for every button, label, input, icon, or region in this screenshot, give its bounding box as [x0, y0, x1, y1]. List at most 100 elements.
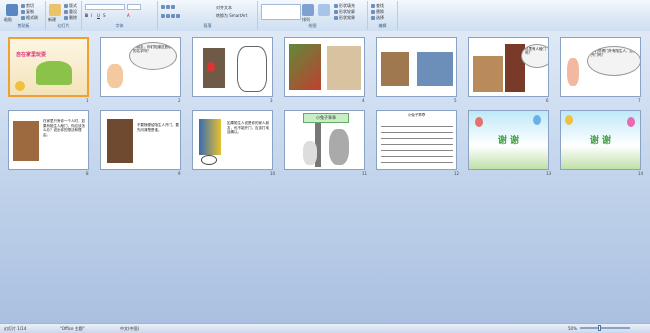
balloon-icon [565, 115, 573, 125]
group-paragraph: 对齐文本 转换为 SmartArt 段落 [158, 1, 258, 30]
plant-pot-image [36, 61, 72, 85]
slide-number: 2 [178, 98, 181, 103]
new-slide-icon[interactable] [49, 4, 61, 16]
shapes-gallery[interactable] [261, 4, 301, 20]
bullets-button[interactable] [161, 4, 176, 9]
zoom-level[interactable]: 50% [568, 326, 577, 331]
slide-text: 如果陌生人说是你的家人朋友，也不能开门，应该打电话确认。 [227, 121, 269, 134]
smartart-button[interactable]: 转换为 SmartArt [216, 13, 247, 19]
sketch-figure-image [237, 46, 267, 92]
slide-thumb-3[interactable] [192, 37, 273, 97]
slide-sorter: 自在家里玩耍 1 小朋友，你们知道这首歌的名字吗？ 2 3 4 5 这里有人敲门… [0, 31, 650, 323]
slide-number: 10 [270, 171, 276, 176]
slide-thumb-2[interactable]: 小朋友，你们知道这首歌的名字吗？ [100, 37, 181, 97]
wolf-image [329, 129, 349, 165]
zoom-slider[interactable] [580, 325, 630, 331]
group-label-drawing: 绘图 [308, 23, 317, 28]
speech-bubble: 你们觉得门外有陌生人，应该开门吗？ [587, 46, 640, 76]
effect-icon [334, 16, 338, 20]
slide-thumb-5[interactable] [376, 37, 457, 97]
slide-title: 谢 谢 [589, 136, 612, 146]
reset-icon [64, 10, 68, 14]
sheet-music-image [381, 121, 453, 165]
fill-icon [334, 4, 338, 8]
scene-image-right [327, 46, 361, 90]
slide-number: 4 [362, 98, 365, 103]
group-label-font: 字体 [115, 23, 124, 28]
slide-thumb-4[interactable] [284, 37, 365, 97]
delete-button[interactable]: 删除 [64, 15, 77, 21]
girl-image [567, 58, 579, 86]
paste-icon[interactable] [6, 4, 18, 16]
slide-count: 幻灯片 1/14 [4, 326, 27, 331]
align-left-icon [161, 14, 165, 18]
slide-text: 在家里只有你一个人时，如果有陌生人敲门，你应该怎么办？说出你的想法和理由。 [43, 119, 85, 137]
door-child-image [13, 121, 39, 161]
arrange-icon[interactable] [302, 4, 314, 16]
slide-thumb-6[interactable]: 这里有人敲门吗？ [468, 37, 549, 97]
italic-button[interactable]: I [91, 13, 92, 18]
group-clipboard: 粘贴 剪切 复制 格式刷 剪贴板 [2, 1, 46, 30]
numbering-icon [166, 5, 170, 9]
slide-thumb-13[interactable]: 谢 谢 [468, 110, 549, 170]
slide-thumb-8[interactable]: 在家里只有你一个人时，如果有陌生人敲门，你应该怎么办？说出你的想法和理由。 [8, 110, 89, 170]
slide-thumb-12[interactable]: 小兔子乖乖 [376, 110, 457, 170]
slide-thumb-11[interactable]: 小兔子乖乖 [284, 110, 365, 170]
slide-title: 自在家里玩耍 [16, 52, 47, 58]
zoom-slider-knob[interactable] [598, 325, 601, 331]
find-icon [371, 4, 375, 8]
quick-styles-icon[interactable] [318, 4, 330, 16]
slide-number: 13 [546, 171, 552, 176]
bicycle-image [201, 155, 217, 165]
speech-bubble: 这里有人敲门吗？ [521, 44, 548, 68]
align-buttons[interactable] [161, 13, 181, 18]
font-name-select[interactable] [85, 4, 125, 10]
slide-number: 3 [270, 98, 273, 103]
slide-number: 12 [454, 171, 460, 176]
slide-number: 14 [638, 171, 644, 176]
group-label-paragraph: 段落 [203, 23, 212, 28]
child-image [207, 62, 215, 72]
balloon-icon [533, 115, 541, 125]
layout-icon [64, 4, 68, 8]
format-painter-button[interactable]: 格式刷 [21, 15, 38, 21]
strike-button[interactable]: S [103, 13, 106, 18]
child-image [199, 119, 221, 155]
select-icon [371, 16, 375, 20]
slide-number: 6 [546, 98, 549, 103]
replace-icon [371, 10, 375, 14]
font-color-button[interactable]: A [127, 13, 130, 18]
indent-icon [171, 5, 175, 9]
slide-thumb-7[interactable]: 你们觉得门外有陌生人，应该开门吗？ [560, 37, 641, 97]
font-size-select[interactable] [127, 4, 141, 10]
shape-effect-button[interactable]: 形状效果 [334, 15, 355, 21]
slide-thumb-14[interactable]: 谢 谢 [560, 110, 641, 170]
sun-icon [15, 81, 25, 91]
group-editing: 查找 替换 选择 编辑 [368, 1, 398, 30]
align-right-icon [171, 14, 175, 18]
underline-button[interactable]: U [97, 13, 100, 18]
brush-icon [21, 16, 25, 20]
slide-title: 小兔子乖乖 [407, 113, 426, 117]
people-image [417, 52, 453, 86]
slide-text: 不要随便给陌生人开门，要先问清楚是谁。 [137, 123, 179, 132]
slide-number: 8 [86, 171, 89, 176]
bold-button[interactable]: B [85, 13, 88, 18]
slide-number: 1 [86, 98, 89, 103]
slide-thumb-9[interactable]: 不要随便给陌生人开门，要先问清楚是谁。 [100, 110, 181, 170]
door-image [107, 119, 133, 163]
bullets-icon [161, 5, 165, 9]
balloon-icon [627, 117, 635, 127]
slide-number: 5 [454, 98, 457, 103]
outline-icon [334, 10, 338, 14]
group-drawing: 排列 形状填充 形状轮廓 形状效果 绘图 [258, 1, 368, 30]
slide-thumb-1[interactable]: 自在家里玩耍 [8, 37, 89, 97]
scene-image-left [289, 44, 321, 90]
slide-title: 小兔子乖乖 [303, 113, 349, 123]
slide-thumb-10[interactable]: 如果陌生人说是你的家人朋友，也不能开门，应该打电话确认。 [192, 110, 273, 170]
justify-icon [176, 14, 180, 18]
girl-image [107, 64, 123, 88]
align-text-button[interactable]: 对齐文本 [216, 5, 232, 11]
select-button[interactable]: 选择 [371, 15, 384, 21]
delete-icon [64, 16, 68, 20]
